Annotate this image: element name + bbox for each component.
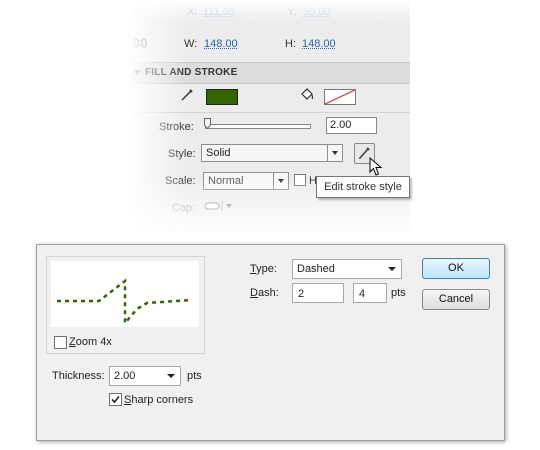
x-value[interactable]: 111.05 [203, 6, 235, 18]
x-label: X: [187, 6, 198, 18]
chevron-down-icon[interactable] [167, 374, 175, 378]
zoom-4x-label: Zoom 4x [69, 336, 112, 348]
scale-label: Scale: [165, 175, 196, 187]
zoom-4x-checkbox[interactable] [54, 336, 67, 349]
style-label: Style: [168, 148, 196, 160]
paint-bucket-icon [299, 88, 315, 102]
edit-stroke-style-tooltip: Edit stroke style [316, 176, 410, 198]
chevron-down-icon[interactable] [388, 267, 396, 271]
ok-button[interactable]: OK [422, 258, 490, 279]
stroke-width-input[interactable]: 2.00 [326, 117, 377, 134]
type-label: Type: [250, 263, 277, 275]
thickness-value: 2.00 [114, 370, 136, 382]
thickness-label: Thickness: [52, 370, 105, 382]
sharp-corners-label: Sharp corners [124, 394, 194, 406]
width-label: W: [184, 38, 198, 50]
cap-round-icon[interactable] [204, 200, 236, 212]
dash-unit: pts [391, 287, 406, 299]
chevron-down-icon[interactable] [327, 145, 342, 161]
dash-gap-input[interactable]: 4 [353, 283, 387, 303]
scale-dropdown-value: Normal [208, 175, 244, 187]
type-value: Dashed [297, 263, 335, 275]
height-value[interactable]: 148.00 [302, 38, 336, 50]
stroke-preview-group: Zoom 4x [46, 256, 205, 354]
dash-length-input[interactable]: 2 [292, 283, 344, 303]
hinting-checkbox[interactable] [294, 174, 306, 186]
mouse-cursor-icon [369, 156, 383, 177]
scale-dropdown[interactable]: Normal [203, 172, 289, 190]
sharp-corners-checkbox[interactable] [109, 393, 122, 406]
cap-label: Cap: [172, 202, 196, 214]
fill-color-swatch[interactable] [324, 89, 356, 105]
thickness-dropdown[interactable]: 2.00 [109, 366, 181, 386]
panel-fade-top [127, 0, 410, 22]
stroke-label: Stroke: [159, 121, 194, 133]
section-title: FILL AND STROKE [145, 67, 238, 78]
property-inspector: X: 111.05 Y: 50.00 W: 148.00 H: 148.00 F… [127, 0, 410, 236]
chevron-down-icon[interactable] [273, 173, 288, 189]
y-value[interactable]: 50.00 [303, 6, 331, 18]
stroke-slider-thumb[interactable] [204, 118, 211, 130]
lock-proportions-icon[interactable] [133, 37, 147, 49]
thickness-unit: pts [187, 370, 202, 382]
type-dropdown[interactable]: Dashed [292, 259, 402, 279]
panel-fade-left [127, 0, 187, 236]
y-label: Y: [287, 6, 297, 18]
miter-label: Miter: 3.00 [259, 226, 311, 236]
stroke-color-swatch[interactable] [206, 89, 238, 105]
stroke-style-dialog: Zoom 4x Thickness: 2.00 pts Sharp corner… [36, 244, 505, 441]
height-label: H: [285, 38, 296, 50]
style-dropdown-value: Solid [206, 147, 231, 159]
join-label: Join: [171, 226, 195, 236]
fill-and-stroke-header[interactable]: FILL AND STROKE [127, 62, 410, 84]
dash-label: Dash: [250, 287, 279, 299]
style-dropdown[interactable]: Solid [201, 144, 343, 162]
stroke-slider-track[interactable] [205, 124, 311, 129]
pencil-stroke-icon [180, 88, 194, 102]
collapse-triangle-icon[interactable] [133, 70, 141, 75]
width-value[interactable]: 148.00 [204, 38, 238, 50]
cancel-button[interactable]: Cancel [422, 289, 490, 310]
stroke-preview [51, 261, 199, 327]
stroke-preview-line [57, 278, 192, 327]
